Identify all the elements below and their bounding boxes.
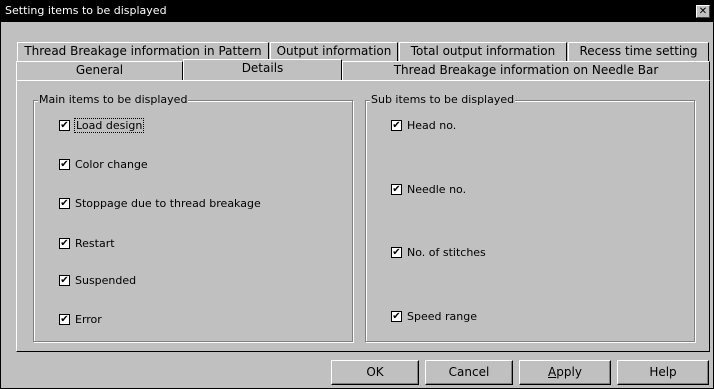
checkbox-label: Needle no. [407, 183, 467, 196]
window-title: Setting items to be displayed [5, 4, 167, 17]
apply-button[interactable]: Apply [519, 360, 611, 385]
cancel-button-label: Cancel [448, 365, 490, 379]
help-button-label: Help [649, 365, 677, 379]
cancel-button[interactable]: Cancel [425, 360, 513, 385]
tab-general[interactable]: General [16, 61, 183, 80]
help-button[interactable]: Help [617, 360, 709, 385]
tab-panel-details: Main items to be displayed ✔ Load design… [16, 80, 710, 352]
tab-details[interactable]: Details [183, 59, 342, 80]
checkbox-label: No. of stitches [407, 246, 486, 259]
check-icon[interactable]: ✔ [391, 120, 402, 131]
tab-label: Thread Breakage information on Needle Ba… [393, 63, 659, 77]
apply-button-label: pply [556, 365, 582, 379]
tab-total-output-information[interactable]: Total output information [399, 42, 567, 61]
check-icon[interactable]: ✔ [59, 314, 70, 325]
checkbox-label: Speed range [407, 310, 477, 323]
check-icon[interactable]: ✔ [391, 247, 402, 258]
check-icon[interactable]: ✔ [59, 198, 70, 209]
ok-button-label: OK [366, 365, 384, 379]
check-icon[interactable]: ✔ [59, 275, 70, 286]
tab-label: Recess time setting [579, 44, 698, 58]
checkbox-label: Restart [75, 237, 115, 250]
check-icon[interactable]: ✔ [59, 159, 70, 170]
checkbox-label: Load design [74, 118, 145, 133]
check-icon[interactable]: ✔ [59, 238, 70, 249]
tab-recess-time-setting[interactable]: Recess time setting [568, 42, 709, 61]
main-items-group-title: Main items to be displayed [38, 93, 189, 106]
checkbox-label: Suspended [75, 274, 137, 287]
checkbox-label: Head no. [407, 119, 457, 132]
close-icon: ✕ [698, 6, 708, 17]
tab-label: General [75, 63, 124, 77]
sub-items-group: Sub items to be displayed ✔ Head no. ✔ N… [365, 93, 695, 342]
sub-items-group-title: Sub items to be displayed [370, 93, 516, 106]
tab-label: Thread Breakage information in Pattern [24, 44, 262, 58]
dialog-window: Setting items to be displayed ✕ Thread B… [0, 0, 714, 389]
close-button[interactable]: ✕ [696, 5, 710, 18]
check-icon[interactable]: ✔ [59, 120, 70, 131]
check-icon[interactable]: ✔ [391, 184, 402, 195]
main-items-group: Main items to be displayed ✔ Load design… [33, 93, 353, 342]
check-icon[interactable]: ✔ [391, 311, 402, 322]
tab-label: Total output information [410, 44, 556, 58]
checkbox-label: Stoppage due to thread breakage [75, 197, 261, 210]
tab-thread-breakage-needle-bar[interactable]: Thread Breakage information on Needle Ba… [342, 61, 710, 80]
checkbox-label: Color change [75, 158, 148, 171]
tab-label: Details [241, 61, 284, 75]
title-bar[interactable]: Setting items to be displayed ✕ [1, 1, 713, 22]
tab-label: Output information [276, 44, 392, 58]
ok-button[interactable]: OK [331, 360, 419, 385]
checkbox-label: Error [75, 313, 102, 326]
